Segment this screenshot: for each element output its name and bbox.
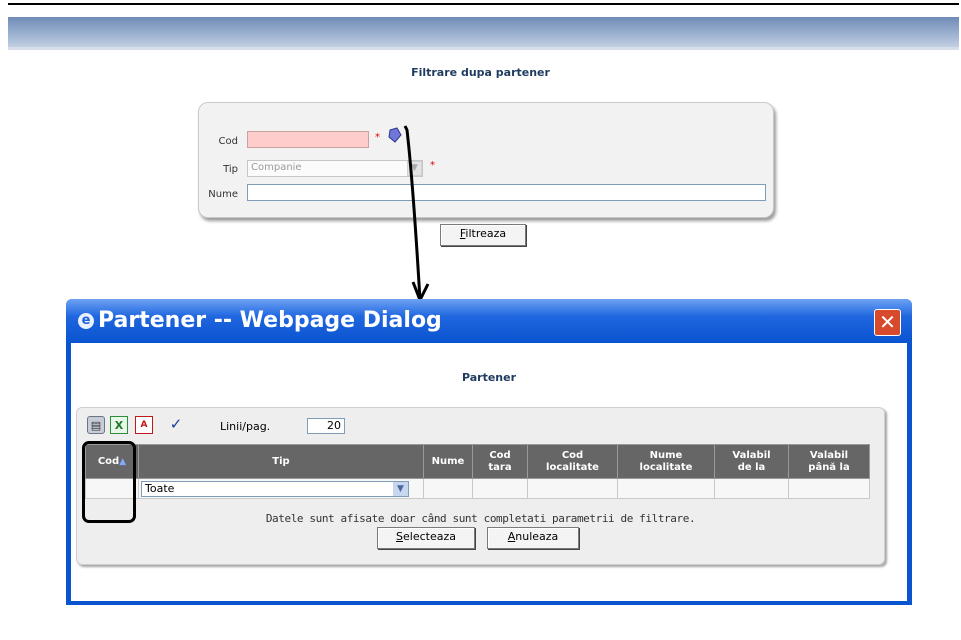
column-header-cod-localitate-l1: Cod xyxy=(561,449,584,461)
results-table: Cod▲ Tip Nume Cod tara Cod localitate Nume… xyxy=(85,444,870,499)
column-header-cod-localitate-l2: localitate xyxy=(546,461,599,473)
pdf-icon[interactable]: A xyxy=(135,416,153,434)
cod-input[interactable] xyxy=(247,131,369,148)
column-header-tip[interactable]: Tip xyxy=(138,444,424,479)
printer-icon[interactable]: ▤ xyxy=(87,416,105,434)
dialog-body: Partener ▤ X A ✓ Linii/pag. 20 Cod▲ Tip … xyxy=(71,343,907,601)
info-message: Datele sunt afisate doar când sunt compl… xyxy=(265,512,696,525)
dialog-titlebar[interactable]: e Partener -- Webpage Dialog ✕ xyxy=(66,299,912,343)
column-header-nume-localitate-l2: localitate xyxy=(639,461,693,473)
filter-cell-cod-localitate[interactable] xyxy=(527,478,618,499)
filter-cell-nume-localitate[interactable] xyxy=(617,478,715,499)
filter-button[interactable]: Filtreaza xyxy=(440,224,526,246)
page-title: Filtrare dupa partener xyxy=(411,66,550,79)
checkmark-icon[interactable]: ✓ xyxy=(167,416,185,434)
column-header-valabil-de-la-l1: Valabil xyxy=(732,449,771,461)
dialog-heading: Partener xyxy=(461,371,517,384)
cod-column-highlight xyxy=(82,441,136,523)
grid-panel: ▤ X A ✓ Linii/pag. 20 Cod▲ Tip Nume Cod t… xyxy=(76,407,885,565)
nume-input[interactable] xyxy=(247,184,766,201)
dialog-window-title: Partener -- Webpage Dialog xyxy=(98,308,442,333)
column-header-cod-tara-l2: tara xyxy=(488,461,512,473)
column-header-valabil-pana-la[interactable]: Valabil până la xyxy=(788,444,870,479)
close-icon: ✕ xyxy=(879,310,896,334)
column-header-cod-tara-l1: Cod xyxy=(489,449,511,461)
filter-cell-valabil-pana-la[interactable] xyxy=(788,478,870,499)
top-rule xyxy=(8,0,959,5)
column-header-cod-localitate[interactable]: Cod localitate xyxy=(527,444,618,479)
tip-label: Tip xyxy=(223,164,238,175)
filter-cell-cod-tara[interactable] xyxy=(472,478,528,499)
close-button[interactable]: ✕ xyxy=(874,309,901,336)
chevron-down-icon[interactable]: ▼ xyxy=(393,481,408,496)
filter-cell-nume[interactable] xyxy=(423,478,473,499)
column-header-valabil-de-la-l2: de la xyxy=(737,461,766,473)
tip-filter-value: Toate xyxy=(145,481,175,495)
filter-button-label: iltreaza xyxy=(465,227,507,240)
rows-per-page-input[interactable]: 20 xyxy=(307,418,345,434)
column-header-cod-tara[interactable]: Cod tara xyxy=(472,444,528,479)
column-header-valabil-de-la[interactable]: Valabil de la xyxy=(714,444,789,479)
select-button-label: electeaza xyxy=(403,530,456,543)
filter-cell-valabil-de-la[interactable] xyxy=(714,478,789,499)
cancel-button-label: nuleaza xyxy=(515,530,559,543)
column-header-nume[interactable]: Nume xyxy=(423,444,473,479)
column-header-valabil-pana-la-l1: Valabil xyxy=(809,449,849,461)
column-header-valabil-pana-la-l2: până la xyxy=(808,461,850,473)
annotation-arrow xyxy=(403,125,430,304)
ie-icon: e xyxy=(78,313,94,329)
header-band-shadow xyxy=(8,47,959,50)
select-button[interactable]: Selecteaza xyxy=(377,527,475,549)
header-band xyxy=(8,17,959,47)
rows-per-page-label: Linii/pag. xyxy=(220,420,271,433)
excel-icon[interactable]: X xyxy=(110,416,128,434)
tip-filter-select[interactable]: Toate ▼ xyxy=(141,480,409,497)
tip-select-value: Companie xyxy=(251,162,302,173)
filter-row: Toate ▼ xyxy=(85,478,870,499)
column-header-nume-localitate[interactable]: Nume localitate xyxy=(617,444,715,479)
table-header-row: Cod▲ Tip Nume Cod tara Cod localitate Nume… xyxy=(85,444,870,479)
partner-dialog: e Partener -- Webpage Dialog ✕ Partener … xyxy=(66,299,912,605)
column-header-nume-localitate-l1: Nume xyxy=(649,449,683,461)
nume-label: Nume xyxy=(208,189,238,200)
filter-cell-tip: Toate ▼ xyxy=(138,478,424,499)
filter-panel: Cod * Tip Companie ▼ * Nume xyxy=(198,102,774,218)
select-button-accel: S xyxy=(396,530,403,543)
cod-label: Cod xyxy=(218,136,238,147)
cancel-button[interactable]: Anuleaza xyxy=(487,527,579,549)
